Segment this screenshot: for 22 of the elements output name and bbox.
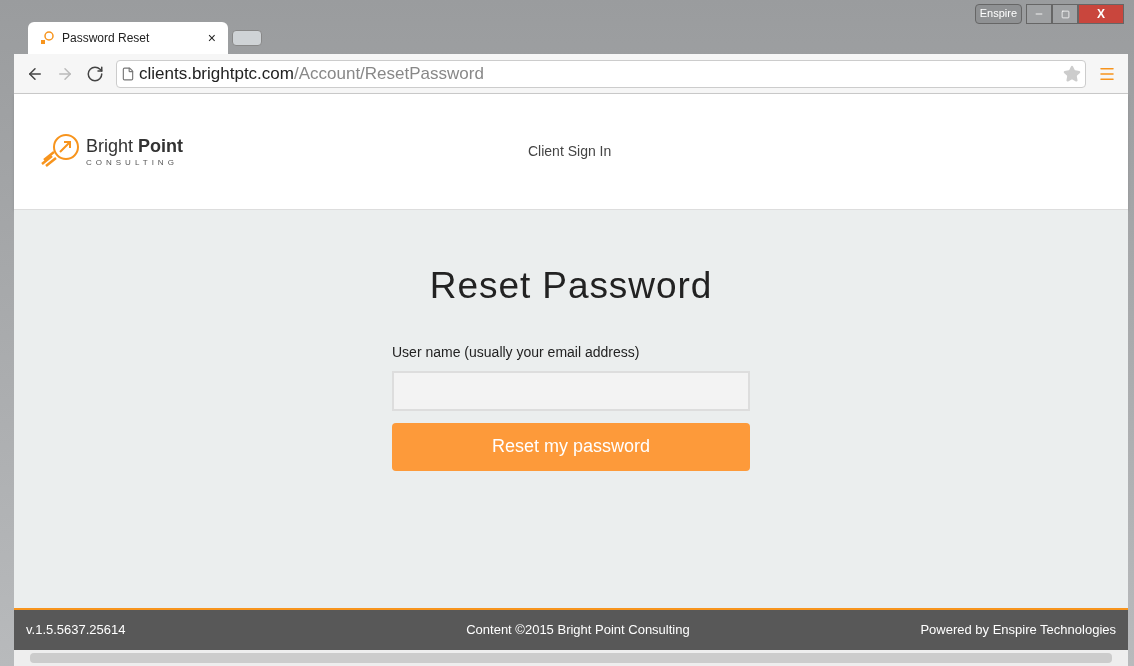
- logo-tagline: CONSULTING: [86, 158, 179, 167]
- url-text: clients.brightptc.com/Account/ResetPassword: [139, 62, 485, 85]
- new-tab-button[interactable]: [232, 30, 262, 46]
- copyright-text: Content ©2015 Bright Point Consulting: [465, 621, 690, 640]
- maximize-icon: [1060, 9, 1070, 19]
- tab-close-button[interactable]: ×: [207, 27, 216, 49]
- version-text: v.1.5.5637.25614: [26, 621, 126, 640]
- horizontal-scrollbar[interactable]: [14, 650, 1128, 666]
- minimize-button[interactable]: [1026, 4, 1052, 24]
- logo-name: Bright Point: [86, 136, 184, 155]
- maximize-button[interactable]: [1052, 4, 1078, 24]
- sign-in-link[interactable]: Client Sign In: [528, 141, 612, 162]
- browser-tab[interactable]: Password Reset ×: [28, 22, 228, 54]
- page-title: Reset Password: [429, 264, 713, 308]
- reload-icon[interactable]: [86, 64, 104, 83]
- page-icon: [121, 66, 135, 81]
- close-button[interactable]: X: [1078, 4, 1124, 24]
- powered-by-text: Powered by Enspire Technologies: [920, 621, 1116, 640]
- address-bar[interactable]: clients.brightptc.com/Account/ResetPassword: [116, 59, 1086, 88]
- tab-title: Password Reset: [62, 30, 151, 47]
- field-label: User name (usually your email address): [392, 342, 641, 362]
- star-icon[interactable]: [1063, 64, 1081, 83]
